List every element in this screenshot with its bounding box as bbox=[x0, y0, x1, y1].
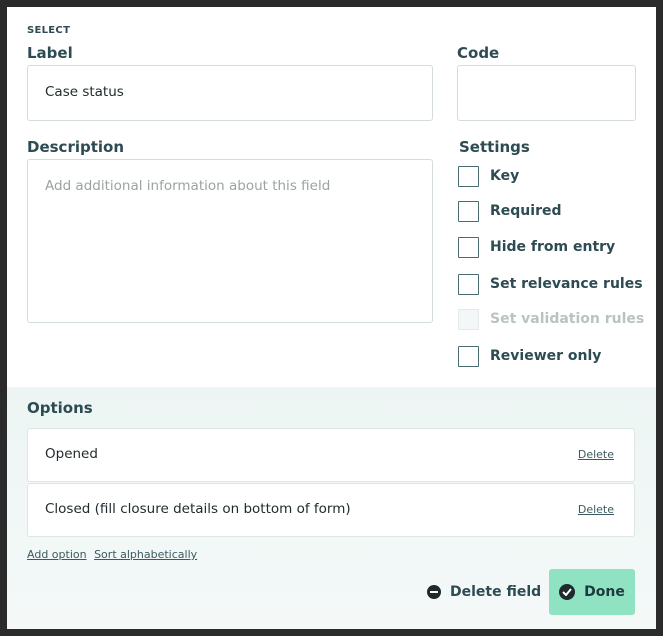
checkbox-reviewer-only[interactable] bbox=[458, 345, 479, 367]
code-heading: Code bbox=[457, 44, 500, 62]
options-heading: Options bbox=[27, 399, 93, 417]
setting-validation-rules: Set validation rules bbox=[458, 308, 644, 330]
setting-hide-from-entry-label: Hide from entry bbox=[490, 239, 616, 255]
delete-field-label: Delete field bbox=[450, 584, 542, 600]
setting-key-label: Key bbox=[490, 168, 520, 184]
setting-hide-from-entry[interactable]: Hide from entry bbox=[458, 236, 615, 258]
description-placeholder: Add additional information about this fi… bbox=[45, 178, 331, 194]
check-circle-icon bbox=[559, 584, 576, 600]
checkbox-validation-rules bbox=[458, 308, 479, 330]
label-heading: Label bbox=[27, 44, 73, 62]
option-text: Opened bbox=[45, 446, 98, 462]
checkbox-required[interactable] bbox=[458, 200, 479, 222]
checkbox-hide-from-entry[interactable] bbox=[458, 236, 479, 258]
label-input[interactable]: Case status bbox=[27, 65, 433, 121]
setting-reviewer-only-label: Reviewer only bbox=[490, 348, 602, 364]
description-textarea[interactable]: Add additional information about this fi… bbox=[27, 159, 433, 323]
options-panel: Options Opened Delete Closed (fill closu… bbox=[7, 387, 656, 629]
delete-field-button[interactable]: Delete field bbox=[427, 583, 541, 601]
option-links: Add option Sort alphabetically bbox=[27, 548, 201, 561]
setting-reviewer-only[interactable]: Reviewer only bbox=[458, 345, 601, 367]
code-input[interactable] bbox=[457, 65, 636, 121]
option-text: Closed (fill closure details on bottom o… bbox=[45, 501, 351, 517]
option-row[interactable]: Closed (fill closure details on bottom o… bbox=[27, 483, 635, 537]
setting-key[interactable]: Key bbox=[458, 165, 519, 187]
field-type-label: SELECT bbox=[27, 25, 71, 36]
settings-heading: Settings bbox=[459, 138, 530, 156]
setting-required[interactable]: Required bbox=[458, 200, 561, 222]
setting-relevance-rules-label: Set relevance rules bbox=[490, 276, 643, 292]
sort-alphabetically-link[interactable]: Sort alphabetically bbox=[94, 548, 197, 561]
field-editor-dialog: SELECT Label Case status Code Descriptio… bbox=[7, 7, 656, 629]
setting-required-label: Required bbox=[490, 203, 562, 219]
done-label: Done bbox=[584, 584, 625, 600]
setting-validation-rules-label: Set validation rules bbox=[490, 311, 645, 327]
add-option-link[interactable]: Add option bbox=[27, 548, 87, 561]
option-delete-link[interactable]: Delete bbox=[578, 503, 614, 516]
checkbox-relevance-rules[interactable] bbox=[458, 273, 479, 295]
option-delete-link[interactable]: Delete bbox=[578, 448, 614, 461]
minus-circle-icon bbox=[427, 585, 441, 599]
setting-relevance-rules[interactable]: Set relevance rules bbox=[458, 273, 643, 295]
checkbox-key[interactable] bbox=[458, 165, 479, 187]
label-input-value: Case status bbox=[45, 84, 124, 100]
done-button[interactable]: Done bbox=[549, 569, 635, 615]
description-heading: Description bbox=[27, 138, 125, 156]
option-row[interactable]: Opened Delete bbox=[27, 428, 635, 482]
